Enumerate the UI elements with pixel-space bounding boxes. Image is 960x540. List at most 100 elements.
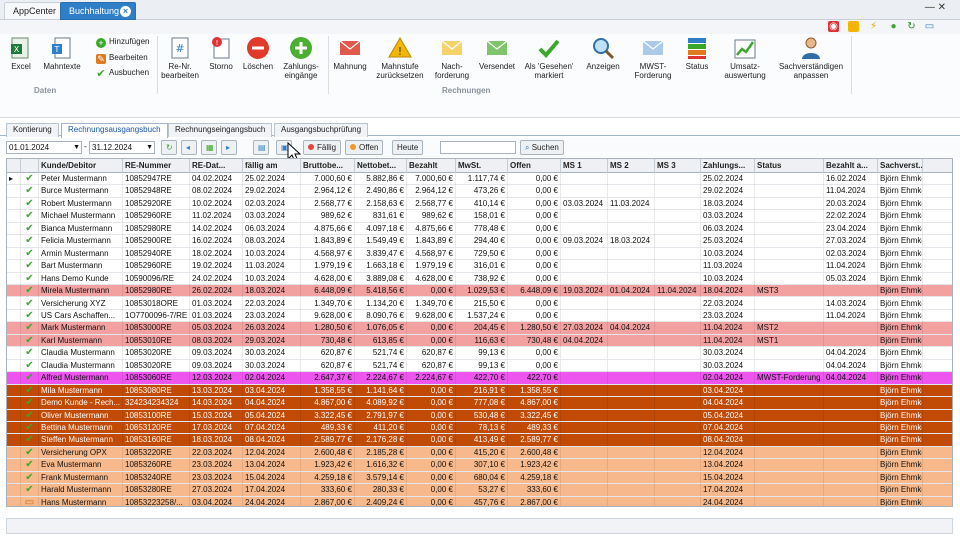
checkmark-icon[interactable]: ✔ bbox=[21, 260, 39, 273]
table-row[interactable]: ✔ Claudia Mustermann 10853020RE 09.03.2024 3… bbox=[7, 359, 952, 373]
status-button[interactable]: Status bbox=[682, 36, 712, 71]
checkmark-icon[interactable]: ✔ bbox=[21, 359, 39, 372]
checkmark-icon[interactable]: ✔ bbox=[21, 297, 39, 310]
checkmark-icon[interactable]: ✔ bbox=[21, 422, 39, 434]
column-header[interactable]: Bezahlt a... bbox=[824, 159, 878, 173]
column-header[interactable]: Nettobet... bbox=[355, 159, 407, 173]
checkmark-icon[interactable]: ✔ bbox=[21, 471, 39, 484]
table-row[interactable]: ▸ ✔ Peter Mustermann 10852947RE 04.02.2024 25… bbox=[7, 173, 952, 186]
search-input[interactable] bbox=[440, 141, 516, 154]
status-dot-icon[interactable]: ● bbox=[888, 21, 899, 32]
checkmark-icon[interactable]: ✔ bbox=[21, 247, 39, 260]
column-header[interactable]: MwSt. bbox=[456, 159, 508, 173]
mwst-forderung-button[interactable]: MWST- Forderung bbox=[630, 36, 676, 80]
gesehen-button[interactable]: Als 'Gesehen' markiert bbox=[522, 36, 576, 80]
checkmark-icon[interactable]: ✔ bbox=[21, 210, 39, 223]
checkmark-icon[interactable]: ✔ bbox=[21, 322, 39, 335]
mahnung-button[interactable]: Mahnung bbox=[331, 36, 369, 71]
table-row[interactable]: ✔ Harald Mustermann 10853280RE 27.03.2024 17… bbox=[7, 484, 952, 497]
versendet-button[interactable]: Versendet bbox=[477, 36, 517, 71]
table-row[interactable]: ✔ Oliver Mustermann 10853100RE 15.03.2024 05… bbox=[7, 409, 952, 422]
table-row[interactable]: ✔ Bart Mustermann 10852960RE 19.02.2024 11.0… bbox=[7, 260, 952, 273]
checkmark-icon[interactable]: ✔ bbox=[21, 434, 39, 447]
sachverstaendigen-button[interactable]: Sachverständigen anpassen bbox=[776, 36, 846, 80]
mahnstufe-button[interactable]: ! Mahnstufe zurücksetzen bbox=[374, 36, 426, 80]
close-tab-icon[interactable]: × bbox=[120, 6, 131, 17]
column-header[interactable]: Kunde/Debitor bbox=[39, 159, 123, 173]
table-row[interactable]: ✔ Frank Mustermann 10853240RE 23.03.2024 15.… bbox=[7, 471, 952, 485]
table-row[interactable]: ✔ Michael Mustermann 10852960RE 11.02.2024 0… bbox=[7, 210, 952, 223]
record-icon[interactable]: ◉ bbox=[828, 21, 839, 32]
folder-icon[interactable] bbox=[848, 21, 859, 32]
checkmark-icon[interactable]: ✔ bbox=[21, 459, 39, 472]
table-row[interactable]: ✔ Mark Mustermann 10853000RE 05.03.2024 26.0… bbox=[7, 322, 952, 335]
offen-filter-button[interactable]: Offen bbox=[345, 140, 384, 155]
screen-icon[interactable]: ▭ bbox=[924, 21, 935, 32]
checkmark-icon[interactable]: ✔ bbox=[21, 409, 39, 422]
table-row[interactable]: ✔ Demo Kunde - Rech... 324234234324 14.03.2… bbox=[7, 397, 952, 410]
table-row[interactable]: ✔ Burce Mustermann 10852948RE 08.02.2024 29.… bbox=[7, 185, 952, 198]
column-header[interactable]: Status bbox=[755, 159, 824, 173]
checkmark-icon[interactable]: ✔ bbox=[21, 285, 39, 298]
invoice-grid[interactable]: Kunde/Debitor RE-Nummer RE-Dat... fällig am… bbox=[6, 158, 953, 507]
checkmark-icon[interactable]: ✔ bbox=[21, 484, 39, 497]
ausbuchen-button[interactable]: ✔ Ausbuchen bbox=[96, 67, 149, 80]
bearbeiten-button[interactable]: ✎ Bearbeiten bbox=[96, 52, 148, 64]
table-row[interactable]: ✔ Steffen Mustermann 10853160RE 18.03.2024 0… bbox=[7, 434, 952, 447]
checkmark-icon[interactable]: ✔ bbox=[21, 173, 39, 185]
next-icon[interactable]: ▸ bbox=[221, 140, 237, 155]
checkmark-icon[interactable]: ✔ bbox=[21, 235, 39, 248]
table-row[interactable]: ✔ Karl Mustermann 10853010RE 08.03.2024 29.0… bbox=[7, 334, 952, 348]
faellig-filter-button[interactable]: Fällig bbox=[303, 140, 342, 155]
date-from-input[interactable]: 01.01.2024 ▼ bbox=[6, 141, 82, 154]
checkmark-icon[interactable]: ✔ bbox=[21, 185, 39, 198]
table-row[interactable]: ▭ Hans Mustermann 10853223258/... 03.04.202… bbox=[7, 496, 952, 506]
table-view-icon[interactable]: ▦ bbox=[201, 140, 217, 155]
checkmark-icon[interactable]: ✔ bbox=[21, 397, 39, 410]
storno-button[interactable]: ! Storno bbox=[206, 36, 236, 71]
heute-button[interactable]: Heute bbox=[392, 140, 424, 155]
column-header[interactable]: fällig am bbox=[243, 159, 301, 173]
table-row[interactable]: ✔ Versicherung OPX 10853220RE 22.03.2024 12.… bbox=[7, 446, 952, 460]
column-header[interactable]: MS 2 bbox=[608, 159, 655, 173]
table-row[interactable]: ✔ Mila Mustermann 10853080RE 13.03.2024 03.0… bbox=[7, 384, 952, 398]
lightning-icon[interactable]: ⚡ bbox=[868, 21, 879, 32]
table-row[interactable]: ✔ Mirela Mustermann 10852980RE 26.02.2024 18… bbox=[7, 285, 952, 298]
checkmark-icon[interactable]: ✔ bbox=[21, 372, 39, 385]
table-row[interactable]: ✔ Eva Mustermann 10853260RE 23.03.2024 13.04… bbox=[7, 459, 952, 472]
suchen-button[interactable]: ⌕ Suchen bbox=[520, 140, 564, 155]
column-header[interactable]: RE-Nummer bbox=[123, 159, 190, 173]
column-header[interactable]: Zahlungs... bbox=[701, 159, 755, 173]
table-row[interactable]: ✔ Robert Mustermann 10852920RE 10.02.2024 02… bbox=[7, 197, 952, 211]
column-header[interactable]: Bezahlt bbox=[407, 159, 456, 173]
excel-button[interactable]: X Excel bbox=[6, 36, 36, 71]
tab-rechnungsausgangsbuch[interactable]: Rechnungsausgangsbuch bbox=[61, 123, 168, 138]
table-row[interactable]: ✔ Hans Demo Kunde 10590096/RE 24.02.2024 10.… bbox=[7, 272, 952, 286]
mail-icon[interactable]: ▭ bbox=[21, 496, 39, 506]
column-header[interactable]: RE-Dat... bbox=[190, 159, 243, 173]
column-header[interactable]: MS 1 bbox=[561, 159, 608, 173]
checkmark-icon[interactable]: ✔ bbox=[21, 384, 39, 397]
date-to-input[interactable]: 31.12.2024 ▼ bbox=[89, 141, 155, 154]
table-row[interactable]: ✔ Alfred Mustermann 10853060RE 12.03.2024 02… bbox=[7, 372, 952, 385]
checkmark-icon[interactable]: ✔ bbox=[21, 197, 39, 210]
column-header[interactable]: Offen bbox=[508, 159, 561, 173]
refresh-icon[interactable]: ↻ bbox=[906, 21, 917, 32]
column-header[interactable]: MS 3 bbox=[655, 159, 701, 173]
umsatzauswertung-button[interactable]: Umsatz- auswertung bbox=[720, 36, 770, 80]
tab-buchhaltung[interactable]: Buchhaltung × bbox=[60, 2, 136, 20]
checkmark-icon[interactable]: ✔ bbox=[21, 309, 39, 322]
table-row[interactable]: ✔ Bianca Mustermann 10852980RE 14.02.2024 06… bbox=[7, 222, 952, 236]
renr-button[interactable]: # Re-Nr. bearbeiten bbox=[160, 36, 200, 80]
calendar-icon[interactable]: ▤ bbox=[253, 140, 269, 155]
column-header[interactable]: Bruttobe... bbox=[301, 159, 355, 173]
table-row[interactable]: ✔ Versicherung XYZ 10853018ORE 01.03.2024 22… bbox=[7, 297, 952, 310]
table-row[interactable]: ✔ Felicia Mustermann 10852900RE 16.02.2024 0… bbox=[7, 235, 952, 248]
tab-kontierung[interactable]: Kontierung bbox=[6, 123, 59, 137]
refresh-icon[interactable]: ↻ bbox=[161, 140, 177, 155]
hinzufuegen-button[interactable]: + Hinzufügen bbox=[96, 36, 149, 48]
zahlungseingaenge-button[interactable]: Zahlungs- eingänge bbox=[281, 36, 321, 80]
checkmark-icon[interactable]: ✔ bbox=[21, 347, 39, 360]
mahntexte-button[interactable]: T Mahntexte bbox=[40, 36, 84, 71]
checkmark-icon[interactable]: ✔ bbox=[21, 334, 39, 347]
